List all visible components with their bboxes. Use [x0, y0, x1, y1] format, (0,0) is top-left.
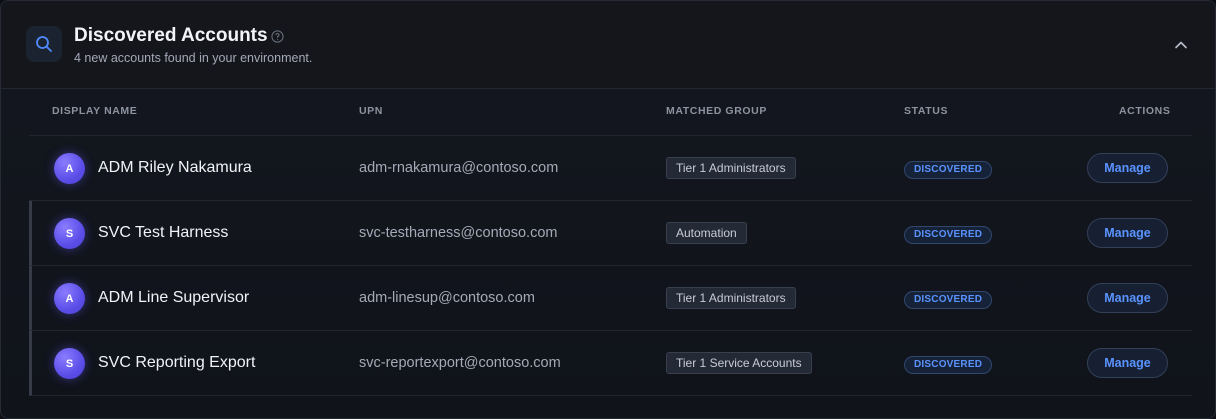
- status-badge: DISCOVERED: [904, 356, 993, 374]
- page-title: Discovered Accounts: [74, 25, 268, 46]
- collapse-button[interactable]: [1169, 33, 1193, 57]
- manage-button[interactable]: Manage: [1087, 348, 1168, 378]
- search-icon: [26, 26, 62, 62]
- manage-button[interactable]: Manage: [1087, 153, 1168, 183]
- matched-group-tag: Tier 1 Administrators: [666, 287, 796, 309]
- table-row[interactable]: S SVC Reporting Export svc-reportexport@…: [29, 331, 1192, 396]
- page-subtitle: 4 new accounts found in your environment…: [74, 51, 313, 65]
- panel-header: Discovered Accounts 4 new accounts found…: [1, 1, 1215, 89]
- status-badge: DISCOVERED: [904, 161, 993, 179]
- account-upn: svc-reportexport@contoso.com: [359, 355, 561, 371]
- account-display-name: SVC Reporting Export: [98, 354, 256, 371]
- status-badge: DISCOVERED: [904, 291, 993, 309]
- avatar: A: [54, 153, 85, 184]
- account-upn: svc-testharness@contoso.com: [359, 225, 558, 241]
- column-header-status[interactable]: STATUS: [904, 105, 948, 117]
- column-header-actions: ACTIONS: [1119, 105, 1171, 117]
- table-row[interactable]: A ADM Riley Nakamura adm-rnakamura@conto…: [29, 136, 1192, 201]
- account-display-name: ADM Line Supervisor: [98, 289, 250, 306]
- avatar: S: [54, 348, 85, 379]
- matched-group-tag: Tier 1 Administrators: [666, 157, 796, 179]
- avatar: S: [54, 218, 85, 249]
- discovered-accounts-panel: Discovered Accounts 4 new accounts found…: [0, 0, 1216, 419]
- manage-button[interactable]: Manage: [1087, 283, 1168, 313]
- manage-button[interactable]: Manage: [1087, 218, 1168, 248]
- status-badge: DISCOVERED: [904, 226, 993, 244]
- avatar: A: [54, 283, 85, 314]
- column-header-matched-group[interactable]: MATCHED GROUP: [666, 105, 767, 117]
- matched-group-tag: Automation: [666, 222, 747, 244]
- table-row[interactable]: S SVC Test Harness svc-testharness@conto…: [29, 201, 1192, 266]
- account-upn: adm-linesup@contoso.com: [359, 290, 535, 306]
- account-display-name: SVC Test Harness: [98, 224, 229, 241]
- column-header-display-name[interactable]: DISPLAY NAME: [52, 105, 137, 117]
- matched-group-tag: Tier 1 Service Accounts: [666, 352, 812, 374]
- account-display-name: ADM Riley Nakamura: [98, 159, 252, 176]
- help-circle-icon[interactable]: [271, 30, 284, 43]
- table-row[interactable]: A ADM Line Supervisor adm-linesup@contos…: [29, 266, 1192, 331]
- account-upn: adm-rnakamura@contoso.com: [359, 160, 559, 176]
- chevron-up-icon: [1175, 41, 1187, 49]
- column-header-upn[interactable]: UPN: [359, 105, 383, 117]
